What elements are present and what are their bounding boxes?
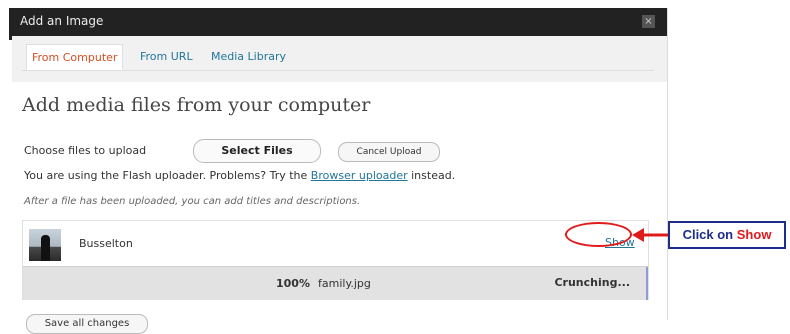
add-image-dialog: Add an Image × From Computer From URL Me…: [12, 8, 668, 334]
media-item: Busselton Show 100% family.jpg Crunching…: [22, 220, 649, 300]
progress-marker: [646, 267, 648, 300]
upload-progress: 100% family.jpg Crunching...: [23, 266, 648, 300]
progress-filename: family.jpg: [318, 277, 371, 290]
page-title: Add media files from your computer: [22, 94, 371, 116]
save-all-changes-button[interactable]: Save all changes: [26, 314, 148, 334]
highlight-ellipse: [565, 222, 632, 247]
tab-from-url[interactable]: From URL: [135, 44, 198, 70]
flash-notice-suffix: instead.: [411, 169, 456, 182]
upload-hint: After a file has been uploaded, you can …: [24, 196, 361, 207]
callout-label: Click on Show: [668, 221, 786, 249]
callout-arrow-icon: [632, 228, 668, 242]
thumbnail-figure: [41, 235, 50, 261]
tab-media-library[interactable]: Media Library: [206, 44, 291, 70]
callout-highlight: Show: [736, 227, 772, 242]
media-item-title: Busselton: [79, 237, 133, 250]
close-icon[interactable]: ×: [642, 15, 655, 28]
flash-notice-text: You are using the Flash uploader. Proble…: [24, 169, 308, 182]
tab-bar: From Computer From URL Media Library: [12, 36, 667, 82]
callout-prefix: Click on: [682, 227, 734, 242]
tab-from-computer[interactable]: From Computer: [26, 44, 124, 70]
browser-uploader-link[interactable]: Browser uploader: [311, 169, 408, 182]
select-files-button[interactable]: Select Files: [193, 139, 321, 163]
upload-status: Crunching...: [554, 276, 630, 289]
choose-files-label: Choose files to upload: [24, 144, 147, 157]
progress-percent: 100%: [276, 277, 310, 290]
dialog-titlebar: Add an Image ×: [12, 8, 667, 36]
dialog-title: Add an Image: [20, 14, 104, 28]
cancel-upload-button[interactable]: Cancel Upload: [338, 142, 440, 162]
flash-uploader-notice: You are using the Flash uploader. Proble…: [24, 169, 455, 182]
image-thumbnail: [29, 229, 61, 261]
